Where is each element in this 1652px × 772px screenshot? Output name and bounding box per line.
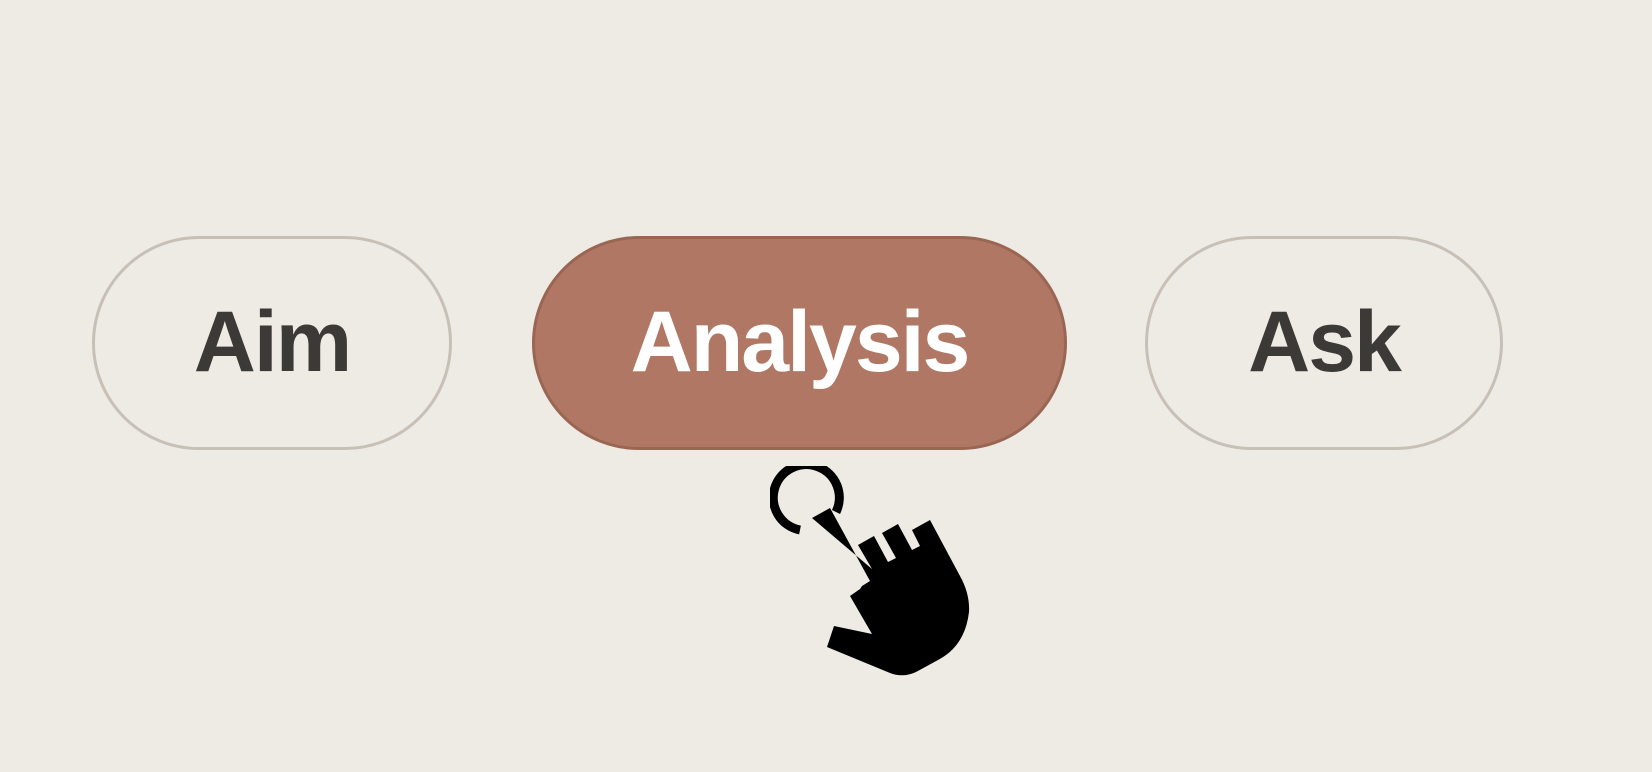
tab-aim[interactable]: Aim (92, 236, 452, 450)
tab-ask[interactable]: Ask (1145, 236, 1503, 450)
tab-analysis-label: Analysis (630, 294, 971, 390)
tab-ask-label: Ask (1248, 294, 1402, 390)
tab-aim-label: Aim (193, 294, 352, 390)
tab-analysis[interactable]: Analysis (532, 236, 1067, 450)
page-background: Aim Analysis Ask (0, 0, 1652, 772)
hand-shape (812, 508, 970, 676)
hand-pointer-click-icon (770, 466, 970, 676)
